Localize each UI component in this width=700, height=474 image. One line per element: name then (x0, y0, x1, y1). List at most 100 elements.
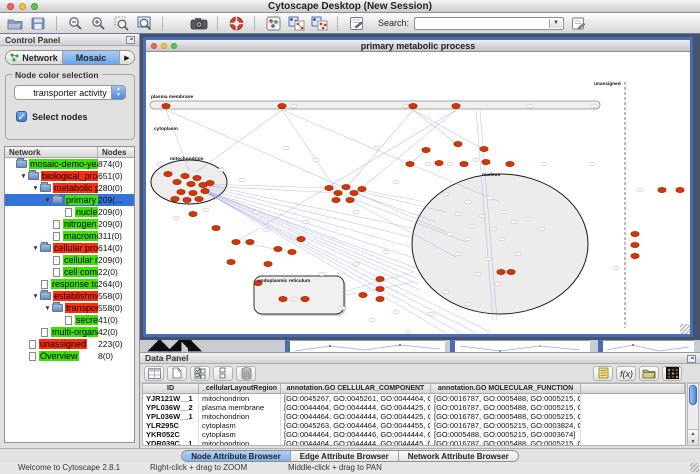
expand-triangle-icon[interactable]: ▼ (31, 293, 40, 300)
attribute-browser-tabs: Node Attribute BrowserEdge Attribute Bro… (0, 448, 700, 462)
tree-row-mosaic-demo-yeast[interactable]: mosaic-demo-yeast874(0) (5, 158, 134, 170)
search-input[interactable] (415, 18, 545, 29)
zoom-out-icon[interactable] (66, 15, 84, 31)
tree-row-establishment-of-lo[interactable]: ▼establishment of lo558(0) (5, 290, 134, 302)
column-header-annotation-go-molecular-function[interactable]: annotation.GO MOLECULAR_FUNCTION (431, 384, 581, 393)
network-from-selection-icon[interactable] (287, 15, 305, 31)
configure-search-icon[interactable] (569, 15, 587, 31)
table-row[interactable]: YPL036W__2plasma membrane[GO:0044464, GO… (143, 403, 685, 412)
select-all-attributes-icon[interactable] (190, 366, 210, 381)
tab-network-attribute-browser[interactable]: Network Attribute Browser (399, 451, 518, 461)
scrollbar-thumb[interactable] (689, 385, 697, 405)
tab-node-attribute-browser[interactable]: Node Attribute Browser (182, 451, 291, 461)
view-minimize-button[interactable] (161, 43, 167, 49)
select-nodes-checkbox[interactable]: ✓ (16, 111, 27, 122)
table-cell: [GO:0044464, GO:0044444, GO:0044425, G..… (281, 412, 431, 421)
tree-row-multi-organism-pro[interactable]: multi-organism pro42(0) (5, 326, 134, 338)
tree-row-unassigned[interactable]: unassigned223(0) (5, 338, 134, 350)
table-row[interactable]: YJR121W__1mitochondrion[GO:0045267, GO:0… (143, 394, 685, 403)
import-attributes-icon[interactable] (593, 366, 613, 381)
node-selected-orange (435, 160, 443, 165)
search-dropdown-arrow[interactable]: ▼ (549, 19, 562, 28)
tree-row-cellular-metabo[interactable]: cellular metabo209(0) (5, 254, 134, 266)
data-panel-header: Data Panel (140, 353, 700, 364)
column-header-id[interactable]: ID (143, 384, 199, 393)
table-row[interactable]: YLR295Ccytoplasm[GO:0045263, GO:0044464,… (143, 421, 685, 430)
select-attributes-icon[interactable] (144, 366, 164, 381)
network-tab-icon (10, 53, 19, 62)
status-welcome: Welcome to Cytoscape 2.8.1 (18, 463, 120, 472)
unselect-all-attributes-icon[interactable] (213, 366, 233, 381)
node-small (393, 310, 399, 314)
select-nodes-label: Select nodes (32, 112, 88, 122)
zoom-selected-icon[interactable] (112, 15, 130, 31)
expand-triangle-icon[interactable]: ▼ (19, 173, 28, 180)
node-selected-orange (342, 184, 350, 189)
export-image-icon[interactable] (190, 15, 208, 31)
expand-triangle-icon[interactable]: ▼ (31, 245, 40, 252)
tree-row-response-to-stimulu[interactable]: response to stimulu264(0) (5, 278, 134, 290)
network-graph[interactable]: plasma membranecytoplasmmitochondrionnuc… (146, 52, 690, 334)
help-icon[interactable] (227, 15, 245, 31)
tree-row-cellular-process[interactable]: ▼cellular process614(0) (5, 242, 134, 254)
tree-row-primary-metabo[interactable]: ▼primary metabo209(... (5, 194, 134, 206)
expand-triangle-icon[interactable]: ▼ (43, 197, 52, 204)
save-session-icon[interactable] (29, 15, 47, 31)
node-selected-orange (482, 159, 490, 164)
expand-triangle-icon[interactable]: ▼ (43, 305, 52, 312)
tab-overflow-arrow[interactable]: ▶ (120, 51, 134, 64)
node-selected-orange (497, 269, 505, 274)
tree-row-nucleobase[interactable]: nucleobase-209(0) (5, 206, 134, 218)
table-row[interactable]: YPL036W__1mitochondrion[GO:0044464, GO:0… (143, 412, 685, 421)
open-session-icon[interactable] (6, 15, 24, 31)
float-data-panel-icon[interactable] (687, 355, 696, 363)
destroy-network-icon[interactable] (310, 15, 328, 31)
tab-network[interactable]: Network (6, 51, 63, 64)
tree-row-nitrogen-compo[interactable]: nitrogen compo209(0) (5, 218, 134, 230)
vizmapper-icon[interactable] (264, 15, 282, 31)
delete-attribute-icon[interactable] (236, 366, 256, 381)
network-canvas[interactable]: plasma membranecytoplasmmitochondrionnuc… (146, 52, 690, 334)
expand-triangle-icon[interactable]: ▼ (31, 185, 40, 192)
table-scrollbar[interactable]: ▲▼ (687, 383, 699, 446)
scrollbar-arrows[interactable]: ▲▼ (688, 429, 698, 445)
view-resize-grip[interactable] (680, 324, 690, 334)
function-builder-icon[interactable]: f(x) (616, 366, 636, 381)
float-panel-icon[interactable] (126, 36, 135, 44)
zoom-fit-icon[interactable] (135, 15, 153, 31)
table-row[interactable]: YKR052Ccytoplasm[GO:0044464, GO:0044446,… (143, 430, 685, 439)
window-resize-grip[interactable] (690, 463, 699, 472)
tree-row-overview[interactable]: Overview8(0) (5, 350, 134, 362)
column-header-annotation-go-cellular-component[interactable]: annotation.GO CELLULAR_COMPONENT (281, 384, 431, 393)
zoom-in-icon[interactable] (89, 15, 107, 31)
edge (346, 110, 413, 188)
tree-row-macromolecule[interactable]: macromolecule311(0) (5, 230, 134, 242)
node-selected-orange (181, 173, 189, 178)
annotation-icon[interactable] (347, 15, 365, 31)
view-close-button[interactable] (151, 43, 157, 49)
create-attribute-icon[interactable] (167, 366, 187, 381)
tree-col-nodes[interactable]: Nodes (102, 148, 126, 157)
load-attributes-icon[interactable] (639, 366, 659, 381)
tree-row-biological-process[interactable]: ▼biological_process651(0) (5, 170, 134, 182)
tree-row-secretion[interactable]: secretion41(0) (5, 314, 134, 326)
tab-mosaic[interactable]: Mosaic (63, 51, 120, 64)
tree-row-cell-communicat[interactable]: cell communicat22(0) (5, 266, 134, 278)
column-header-cellularlayoutregion[interactable]: _cellularLayoutRegion (199, 384, 281, 393)
tab-edge-attribute-browser[interactable]: Edge Attribute Browser (291, 451, 399, 461)
network-window-titlebar[interactable]: primary metabolic process (146, 40, 690, 52)
background-window-fragment[interactable] (598, 340, 694, 352)
node-color-dropdown[interactable]: transporter activity ▲▼ (14, 85, 126, 100)
table-cell: [GO:0016787, GO:0005488, GO:0005215, G..… (431, 439, 581, 446)
tree-row-transport[interactable]: ▼transport558(0) (5, 302, 134, 314)
tree-col-network[interactable]: Network (9, 148, 41, 157)
tree-row-metabolic-process[interactable]: ▼metabolic process280(0) (5, 182, 134, 194)
background-window-fragment[interactable] (450, 340, 590, 352)
table-row[interactable]: YDR039C__1mitochondrion[GO:0044464, GO:0… (143, 439, 685, 446)
table-cell: [GO:0016787, GO:0005488, GO:0005215, G..… (431, 412, 581, 421)
background-window-fragment[interactable] (285, 340, 445, 352)
node-selected-orange (631, 231, 639, 236)
node-count: 42(0) (98, 327, 134, 337)
color-mapping-icon[interactable] (662, 366, 682, 381)
view-zoom-button[interactable] (171, 43, 177, 49)
